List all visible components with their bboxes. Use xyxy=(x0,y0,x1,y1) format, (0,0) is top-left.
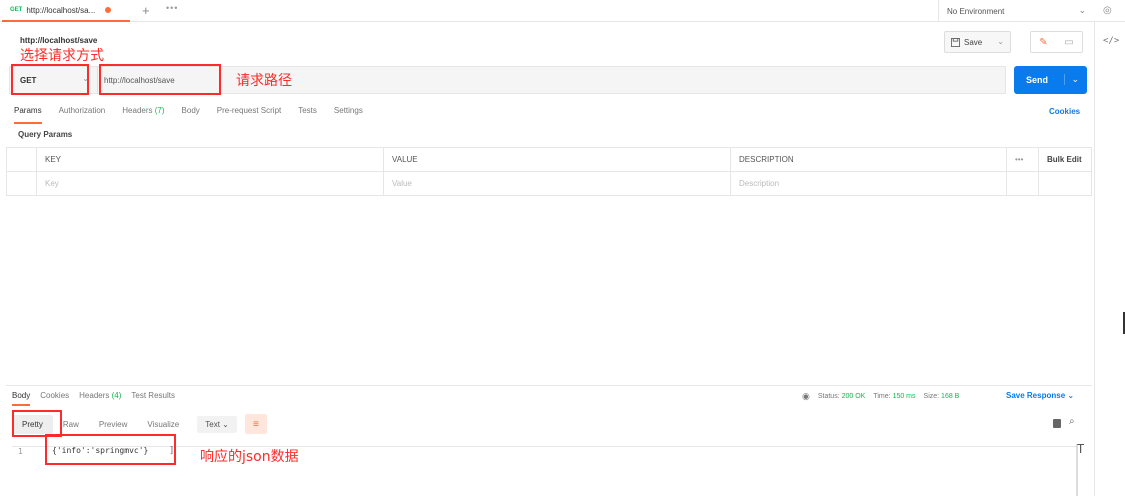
query-params-title: Query Params xyxy=(18,130,73,139)
globe-icon[interactable]: ◉ xyxy=(802,391,810,402)
status-value: 200 OK xyxy=(841,393,866,400)
request-name: http://localhost/save xyxy=(20,36,98,45)
tab-params[interactable]: Params xyxy=(14,106,42,124)
tab-label: Tests xyxy=(298,106,317,115)
line-number: 1 xyxy=(18,447,23,456)
chevron-down-icon: ⌄ xyxy=(1067,391,1075,400)
save-response-label: Save Response xyxy=(1006,391,1066,400)
size-value: 168 B xyxy=(941,393,960,400)
plus-icon[interactable]: + xyxy=(142,3,150,18)
chevron-down-icon: ⌄ xyxy=(1078,5,1086,15)
text-cursor-icon: T xyxy=(1077,442,1085,456)
tab-body[interactable]: Body xyxy=(182,106,200,124)
checkbox-column xyxy=(6,147,37,172)
response-tab-cookies[interactable]: Cookies xyxy=(40,391,69,406)
tab-label: Cookies xyxy=(40,391,70,400)
save-label: Save xyxy=(964,37,983,47)
tab-bar: GET http://localhost/sa... + ••• No Envi… xyxy=(0,0,1125,22)
tab-label: Authorization xyxy=(58,106,106,115)
header-description: DESCRIPTION xyxy=(730,147,1007,172)
chevron-down-icon[interactable]: ⌄ xyxy=(1064,74,1079,85)
response-tabs: Body Cookies Headers (4) Test Results xyxy=(12,391,175,406)
tab-label: Test Results xyxy=(131,391,175,400)
tab-label: Headers xyxy=(122,106,153,115)
annotation-box-url xyxy=(99,64,221,95)
response-meta: ◉ Status: 200 OK Time: 150 ms Size: 168 … xyxy=(802,391,959,402)
code-icon[interactable]: </> xyxy=(1103,36,1119,46)
more-icon[interactable]: ••• xyxy=(1006,147,1039,172)
tab-pre-request-script[interactable]: Pre-request Script xyxy=(217,106,281,124)
copy-icon[interactable] xyxy=(1053,419,1061,428)
save-response-button[interactable]: Save Response ⌄ xyxy=(1006,391,1074,400)
status: Status: 200 OK xyxy=(818,393,866,400)
tab-headers[interactable]: Headers (7) xyxy=(122,106,164,124)
right-sidebar: </> xyxy=(1094,22,1125,496)
eye-icon[interactable]: ◎ xyxy=(1103,5,1112,16)
table-row: Key Value Description xyxy=(6,171,1092,196)
format-preview[interactable]: Preview xyxy=(89,415,137,434)
params-table: KEY VALUE DESCRIPTION ••• Bulk Edit Key … xyxy=(6,147,1092,196)
wrap-icon[interactable]: ≡ xyxy=(244,414,267,434)
size: Size: 168 B xyxy=(924,393,960,400)
send-label: Send xyxy=(1026,75,1049,85)
response-tab-body[interactable]: Body xyxy=(12,391,31,406)
format-visualize[interactable]: Visualize xyxy=(137,415,189,434)
save-button[interactable]: Save ⌄ xyxy=(944,31,1011,53)
edit-comment-group: ✎ ▭ xyxy=(1030,31,1083,53)
bulk-edit-button[interactable]: Bulk Edit xyxy=(1038,147,1092,172)
tab-label: Headers xyxy=(79,391,110,400)
size-label: Size: xyxy=(923,393,940,400)
header-key: KEY xyxy=(36,147,384,172)
tab-label: Pre-request Script xyxy=(216,106,282,115)
environment-label: No Environment xyxy=(947,6,1005,16)
table-header-row: KEY VALUE DESCRIPTION ••• Bulk Edit xyxy=(6,147,1092,172)
edit-icon[interactable]: ✎ xyxy=(1039,37,1047,48)
tab-label: Settings xyxy=(333,106,363,115)
key-input[interactable]: Key xyxy=(36,171,384,196)
annotation-box-method xyxy=(11,64,89,95)
annotation-box-response xyxy=(45,434,176,465)
value-input[interactable]: Value xyxy=(383,171,731,196)
tab-authorization[interactable]: Authorization xyxy=(59,106,106,124)
annotation-response: 响应的json数据 xyxy=(200,449,299,465)
response-tab-headers[interactable]: Headers (4) xyxy=(79,391,121,406)
chevron-down-icon: ⌄ xyxy=(222,419,229,429)
request-tabs: Params Authorization Headers (7) Body Pr… xyxy=(14,106,363,124)
search-icon[interactable]: ⌕ xyxy=(1069,416,1075,427)
tab-settings[interactable]: Settings xyxy=(334,106,363,124)
send-button[interactable]: Send ⌄ xyxy=(1014,66,1087,94)
time-value: 150 ms xyxy=(892,393,916,400)
time-label: Time: xyxy=(873,393,891,400)
header-value: VALUE xyxy=(383,147,731,172)
environment-select[interactable]: No Environment ⌄ xyxy=(938,0,1094,22)
divider xyxy=(6,385,1092,386)
tab-label: Body xyxy=(181,106,200,115)
format-type-select[interactable]: Text ⌄ xyxy=(197,415,237,433)
empty-cell xyxy=(1038,171,1092,196)
annotation-method: 选择请求方式 xyxy=(20,48,104,64)
annotation-url: 请求路径 xyxy=(236,73,292,89)
tab-count: (7) xyxy=(154,106,165,115)
request-tab[interactable]: GET http://localhost/sa... xyxy=(2,0,130,22)
description-input[interactable]: Description xyxy=(730,171,1007,196)
time: Time: 150 ms xyxy=(873,393,915,400)
tab-tests[interactable]: Tests xyxy=(298,106,317,124)
empty-cell xyxy=(1006,171,1039,196)
checkbox-cell xyxy=(6,171,37,196)
status-label: Status: xyxy=(817,393,840,400)
annotation-box-pretty xyxy=(12,410,62,437)
tab-method: GET xyxy=(10,7,23,13)
tab-label: Params xyxy=(14,106,42,115)
tab-title: http://localhost/sa... xyxy=(26,5,96,15)
more-icon[interactable]: ••• xyxy=(166,3,178,13)
unsaved-dot-icon xyxy=(105,7,112,13)
format-type-value: Text xyxy=(205,419,220,429)
response-tab-test-results[interactable]: Test Results xyxy=(131,391,175,406)
tab-label: Body xyxy=(12,391,31,400)
comment-icon[interactable]: ▭ xyxy=(1064,37,1073,48)
tab-count: (4) xyxy=(111,391,122,400)
cookies-link[interactable]: Cookies xyxy=(1049,107,1080,116)
save-icon xyxy=(951,37,960,47)
chevron-down-icon: ⌄ xyxy=(997,37,1004,46)
